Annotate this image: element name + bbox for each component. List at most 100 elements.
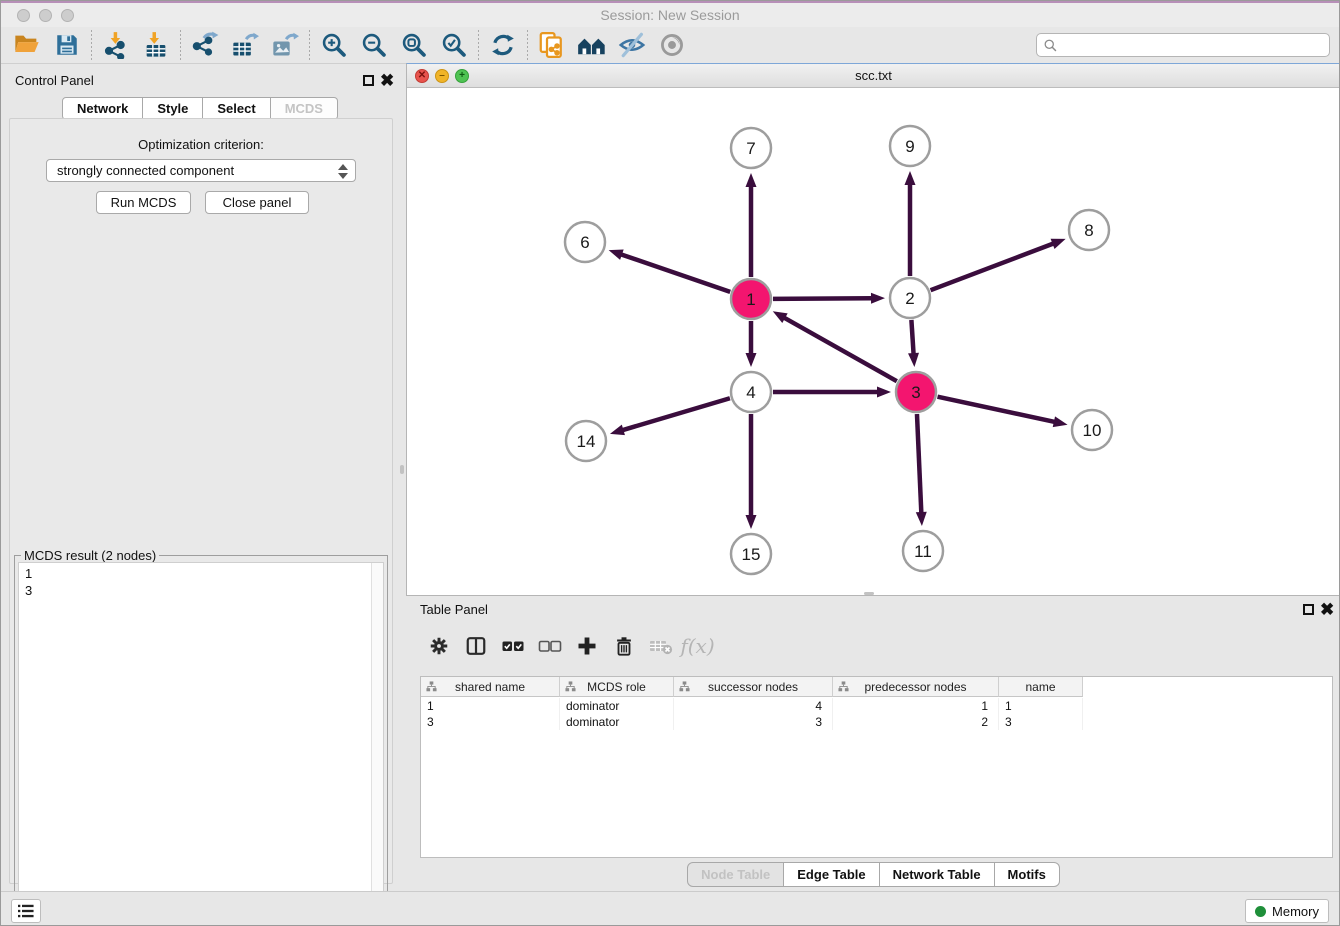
- close-panel-button[interactable]: Close panel: [205, 191, 309, 214]
- toolbar-separator: [478, 30, 479, 60]
- criterion-dropdown[interactable]: strongly connected component: [46, 159, 356, 182]
- open-session-icon[interactable]: [7, 28, 47, 62]
- clone-network-icon[interactable]: [532, 28, 572, 62]
- network-canvas[interactable]: 7968124314101511: [407, 88, 1340, 595]
- graph-node-label: 7: [746, 139, 755, 158]
- tab-select[interactable]: Select: [203, 97, 270, 120]
- show-all-icon[interactable]: [652, 28, 692, 62]
- edge-arrowhead-icon: [877, 387, 891, 398]
- graph-node-label: 11: [914, 542, 932, 561]
- result-scrollbar[interactable]: [371, 563, 383, 926]
- graph-edge-4-14[interactable]: [622, 398, 729, 430]
- tab-motifs[interactable]: Motifs: [995, 862, 1060, 887]
- graph-edge-3-10[interactable]: [938, 397, 1055, 422]
- edge-arrowhead-icon: [773, 311, 788, 323]
- table-close-icon[interactable]: ✖: [1320, 604, 1334, 615]
- edge-arrowhead-icon: [908, 353, 919, 367]
- column-header-successor-nodes[interactable]: successor nodes: [674, 677, 833, 697]
- table-panel: Table Panel ✖ f(x): [406, 596, 1340, 891]
- criterion-value: strongly connected component: [57, 163, 234, 178]
- add-row-icon[interactable]: [568, 628, 605, 664]
- delete-table-icon[interactable]: [642, 628, 679, 664]
- titlebar: Session: New Session: [1, 3, 1339, 27]
- edge-arrowhead-icon: [871, 293, 885, 304]
- tab-node-table[interactable]: Node Table: [687, 862, 784, 887]
- edge-arrowhead-icon: [905, 171, 916, 185]
- function-builder-icon[interactable]: f(x): [679, 628, 716, 664]
- run-mcds-button[interactable]: Run MCDS: [96, 191, 191, 214]
- zoom-fit-icon[interactable]: [394, 28, 434, 62]
- toggle-panel-icon[interactable]: [457, 628, 494, 664]
- select-all-checks-icon[interactable]: [494, 628, 531, 664]
- edge-arrowhead-icon: [1051, 239, 1066, 249]
- table-panel-title: Table Panel: [420, 602, 488, 617]
- tab-edge-table[interactable]: Edge Table: [784, 862, 879, 887]
- zoom-selected-icon[interactable]: [434, 28, 474, 62]
- search-input[interactable]: [1036, 33, 1330, 57]
- graph-node-label: 4: [746, 383, 755, 402]
- graph-edge-3-1[interactable]: [784, 318, 897, 382]
- tab-network-table[interactable]: Network Table: [880, 862, 995, 887]
- vertical-splitter-handle[interactable]: [400, 465, 404, 474]
- save-session-icon[interactable]: [47, 28, 87, 62]
- horizontal-splitter-handle[interactable]: [864, 592, 874, 595]
- network-frame-title: scc.txt: [407, 68, 1340, 83]
- tab-style[interactable]: Style: [143, 97, 203, 120]
- edge-arrowhead-icon: [609, 249, 624, 259]
- graph-edge-2-8[interactable]: [931, 243, 1054, 290]
- mcds-result-title: MCDS result (2 nodes): [21, 548, 159, 563]
- export-network-icon[interactable]: [185, 28, 225, 62]
- delete-row-icon[interactable]: [605, 628, 642, 664]
- graph-node-label: 10: [1083, 421, 1102, 440]
- graph-edge-1-6[interactable]: [621, 254, 730, 292]
- graph-node-label: 8: [1084, 221, 1093, 240]
- column-header-name[interactable]: name: [999, 677, 1083, 697]
- graph-edge-1-2[interactable]: [773, 298, 872, 299]
- table-row[interactable]: 3 dominator 3 2 3: [421, 714, 1083, 730]
- refresh-layout-icon[interactable]: [483, 28, 523, 62]
- column-header-shared-name[interactable]: shared name: [421, 677, 560, 697]
- memory-status-icon: [1255, 906, 1266, 917]
- float-panel-icon[interactable]: [363, 75, 374, 86]
- control-panel-title: Control Panel: [15, 73, 94, 88]
- export-image-icon[interactable]: [265, 28, 305, 62]
- control-panel: Control Panel ✖ Network Style Select MCD…: [1, 63, 399, 891]
- tab-network[interactable]: Network: [62, 97, 143, 120]
- mcds-result-area[interactable]: 1 3: [18, 562, 384, 926]
- optimization-criterion-label: Optimization criterion:: [10, 137, 392, 152]
- column-header-mcds-role[interactable]: MCDS role: [560, 677, 674, 697]
- graph-edge-2-3[interactable]: [911, 320, 913, 354]
- close-panel-icon[interactable]: ✖: [380, 75, 394, 86]
- deselect-all-checks-icon[interactable]: [531, 628, 568, 664]
- first-neighbors-icon[interactable]: [572, 28, 612, 62]
- graph-edge-3-11[interactable]: [917, 414, 921, 513]
- column-header-predecessor-nodes[interactable]: predecessor nodes: [833, 677, 999, 697]
- edge-arrowhead-icon: [610, 425, 625, 436]
- hide-selected-icon[interactable]: [612, 28, 652, 62]
- table-float-icon[interactable]: [1303, 604, 1314, 615]
- window-title: Session: New Session: [1, 7, 1339, 23]
- task-history-button[interactable]: [11, 899, 41, 923]
- edge-arrowhead-icon: [746, 353, 757, 367]
- memory-label: Memory: [1272, 904, 1319, 919]
- list-icon: [17, 903, 35, 919]
- table-row[interactable]: 1 dominator 4 1 1: [421, 698, 1083, 714]
- import-table-icon[interactable]: [136, 28, 176, 62]
- zoom-out-icon[interactable]: [354, 28, 394, 62]
- toolbar-separator: [91, 30, 92, 60]
- table-tabs: Node Table Edge Table Network Table Moti…: [406, 862, 1340, 887]
- tab-mcds[interactable]: MCDS: [271, 97, 338, 120]
- zoom-in-icon[interactable]: [314, 28, 354, 62]
- network-frame-titlebar[interactable]: ✕ – + scc.txt: [407, 64, 1340, 88]
- edge-arrowhead-icon: [1053, 416, 1068, 427]
- toolbar-separator: [180, 30, 181, 60]
- memory-button[interactable]: Memory: [1245, 899, 1329, 923]
- export-table-icon[interactable]: [225, 28, 265, 62]
- import-network-icon[interactable]: [96, 28, 136, 62]
- mcds-result-text: 1 3: [25, 565, 32, 599]
- settings-gear-icon[interactable]: [420, 628, 457, 664]
- graph-node-label: 14: [577, 432, 596, 451]
- mcds-result-groupbox: MCDS result (2 nodes) 1 3: [14, 555, 388, 926]
- application-window: Session: New Session: [0, 0, 1340, 926]
- node-table[interactable]: shared name MCDS role successor nodes pr…: [420, 676, 1333, 858]
